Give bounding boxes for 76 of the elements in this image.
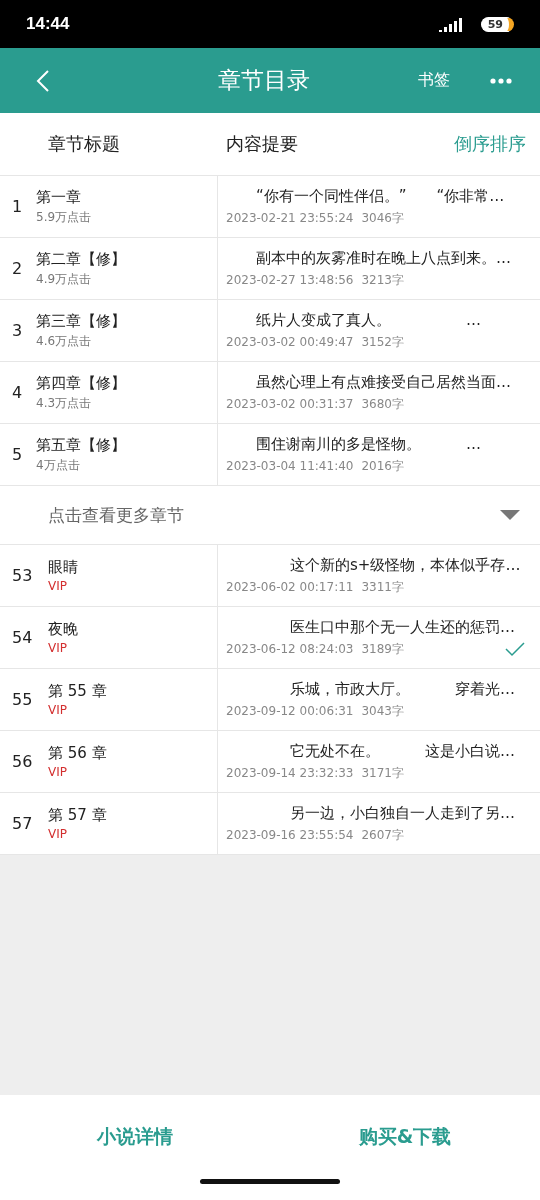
vip-label: VIP [48, 579, 68, 593]
chapter-summary: “你有一个同性伴侣。” “你非常… [255, 186, 506, 206]
chapter-title: 第 56 章 [48, 744, 107, 763]
chapter-date: 2023-06-02 00:17:11 [226, 580, 354, 594]
chapter-number: 53 [12, 566, 34, 585]
chapter-summary: 这个新的s+级怪物，本体似乎存… [289, 555, 522, 575]
more-icon[interactable] [490, 77, 512, 84]
chapter-title: 第三章【修】 [36, 311, 126, 331]
chapter-summary: 围住谢南川的多是怪物。 … [255, 434, 482, 454]
chapter-summary: 医生口中那个无一人生还的惩罚… [289, 617, 516, 637]
signal-icon [438, 16, 465, 32]
chapter-title: 第二章【修】 [36, 249, 126, 269]
battery-level: 59 [480, 16, 514, 32]
chapter-summary: 乐城，市政大厅。 穿着光… [289, 679, 516, 699]
chapter-row[interactable]: 56 第 56 章 VIP 它无处不在。 这是小白说… 2023-09-14 23:32:33 3171字 [0, 731, 540, 793]
vip-label: VIP [48, 765, 68, 779]
word-count: 3680字 [361, 395, 404, 413]
chapter-summary: 另一边，小白独自一人走到了另… [289, 803, 516, 823]
back-icon[interactable] [36, 68, 50, 93]
vip-label: VIP [48, 703, 68, 717]
word-count: 2016字 [361, 457, 404, 475]
chapter-title: 第五章【修】 [36, 435, 126, 455]
chapter-number: 3 [12, 321, 24, 340]
chapter-number: 4 [12, 383, 24, 402]
chapter-date: 2023-03-02 00:49:47 [226, 335, 354, 349]
word-count: 3046字 [361, 209, 404, 227]
chapter-date: 2023-09-16 23:55:54 [226, 828, 354, 842]
chapter-date: 2023-09-12 00:06:31 [226, 704, 354, 718]
word-count: 3189字 [361, 640, 404, 658]
word-count: 3171字 [361, 764, 404, 782]
chapter-row[interactable]: 54 夜晚 VIP 医生口中那个无一人生还的惩罚… 2023-06-12 08:24:03 3189字 [0, 607, 540, 669]
column-header: 章节标题 [48, 132, 121, 156]
more-chapters-label: 点击查看更多章节 [48, 503, 185, 527]
word-count: 3213字 [361, 271, 404, 289]
chapter-title: 夜晚 [48, 620, 78, 639]
page-title: 章节目录 [217, 66, 311, 95]
chapter-title: 第 55 章 [48, 682, 107, 701]
chapter-date: 2023-03-02 00:31:37 [226, 397, 354, 411]
chapter-date: 2023-09-14 23:32:33 [226, 766, 354, 780]
chapter-row[interactable]: 55 第 55 章 VIP 乐城，市政大厅。 穿着光… 2023-09-12 00:06:31 3043字 [0, 669, 540, 731]
chapter-summary: 虽然心理上有点难接受自己居然当面… [255, 372, 512, 392]
chapter-summary: 它无处不在。 这是小白说… [289, 741, 516, 761]
column-header: 内容提要 [226, 132, 298, 156]
word-count: 2607字 [361, 826, 404, 844]
chapter-number: 2 [12, 259, 24, 278]
click-count: 4.9万点击 [36, 270, 93, 288]
chapter-number: 54 [12, 628, 34, 647]
chapter-number: 1 [12, 197, 24, 216]
chapter-number: 56 [12, 752, 34, 771]
chapter-row[interactable]: 53 眼睛 VIP 这个新的s+级怪物，本体似乎存… 2023-06-02 00:17:11 3311字 [0, 545, 540, 607]
chapter-number: 57 [12, 814, 34, 833]
chapter-title: 第 57 章 [48, 806, 107, 825]
chapter-date: 2023-02-27 13:48:56 [226, 273, 354, 287]
chapter-date: 2023-02-21 23:55:24 [226, 211, 354, 225]
chapter-row[interactable]: 57 第 57 章 VIP 另一边，小白独自一人走到了另… 2023-09-16 23:55:54 2607字 [0, 793, 540, 855]
chapter-title: 眼睛 [48, 558, 78, 577]
chapter-summary: 副本中的灰雾准时在晚上八点到来。… [255, 248, 512, 268]
dropdown-icon [500, 510, 520, 520]
click-count: 4.3万点击 [36, 394, 93, 412]
word-count: 3152字 [361, 333, 404, 351]
status-time: 14:44 [26, 14, 70, 34]
chapter-title: 第一章 [36, 187, 82, 207]
click-count: 4万点击 [36, 456, 81, 474]
word-count: 3311字 [361, 578, 404, 596]
click-count: 4.6万点击 [36, 332, 93, 350]
chapter-date: 2023-06-12 08:24:03 [226, 642, 354, 656]
more-chapters-row[interactable]: 点击查看更多章节 [0, 486, 540, 545]
chapter-number: 5 [12, 445, 24, 464]
chapter-number: 55 [12, 690, 34, 709]
chapter-summary: 纸片人变成了真人。 … [255, 310, 482, 330]
click-count: 5.9万点击 [36, 208, 92, 226]
chapter-date: 2023-03-04 11:41:40 [226, 459, 354, 473]
word-count: 3043字 [361, 702, 404, 720]
chapter-title: 第四章【修】 [36, 373, 126, 393]
vip-label: VIP [48, 641, 68, 655]
vip-label: VIP [48, 827, 68, 841]
